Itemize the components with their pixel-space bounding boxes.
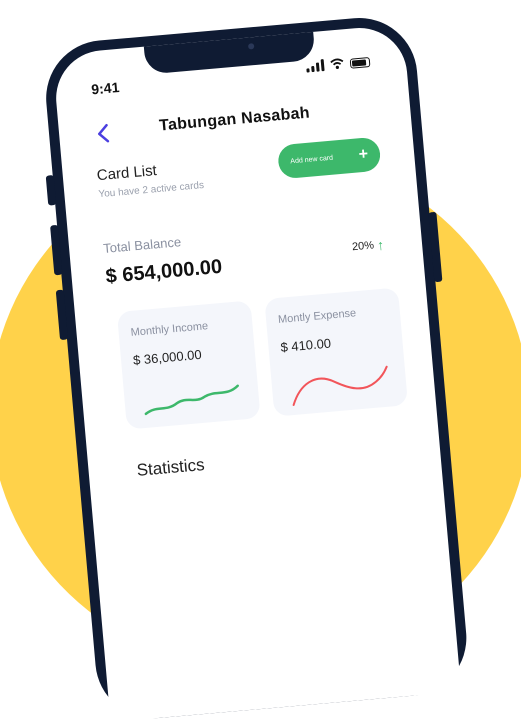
wifi-icon [330, 58, 344, 69]
monthly-income-card[interactable]: Monthly Income $ 36,000.00 [116, 300, 261, 430]
monthly-income-label: Monthly Income [130, 320, 209, 339]
total-balance-label: Total Balance [102, 234, 182, 256]
signal-icon [306, 59, 325, 73]
balance-change-percent: 20% [351, 239, 375, 254]
status-icons [306, 55, 371, 73]
monthly-expense-card[interactable]: Montly Expense $ 410.00 [264, 287, 409, 417]
expense-sparkline [292, 365, 388, 406]
card-list-title: Card List [96, 162, 158, 185]
monthly-expense-label: Montly Expense [277, 307, 357, 326]
statistics-title: Statistics [135, 455, 206, 480]
camera-icon [247, 43, 255, 50]
notch [143, 29, 316, 75]
mute-switch [45, 175, 57, 206]
card-list-subtitle: You have 2 active cards [98, 179, 205, 201]
page-title: Tabungan Nasabah [158, 104, 311, 135]
monthly-expense-value: $ 410.00 [279, 335, 332, 355]
phone-frame: 9:41 Tabungan Nasabah Card List You have… [41, 13, 472, 724]
phone-screen: 9:41 Tabungan Nasabah Card List You have… [52, 24, 462, 723]
balance-change: 20% ↑ [351, 236, 385, 256]
add-new-card-label: Add new card [290, 154, 334, 165]
plus-icon: + [357, 145, 369, 164]
add-new-card-button[interactable]: Add new card + [276, 136, 382, 180]
battery-icon [349, 57, 371, 69]
income-sparkline [144, 384, 239, 416]
total-balance-value: $ 654,000.00 [104, 255, 224, 288]
arrow-up-icon: ↑ [376, 236, 385, 254]
status-time: 9:41 [90, 79, 120, 98]
monthly-income-value: $ 36,000.00 [132, 346, 203, 368]
